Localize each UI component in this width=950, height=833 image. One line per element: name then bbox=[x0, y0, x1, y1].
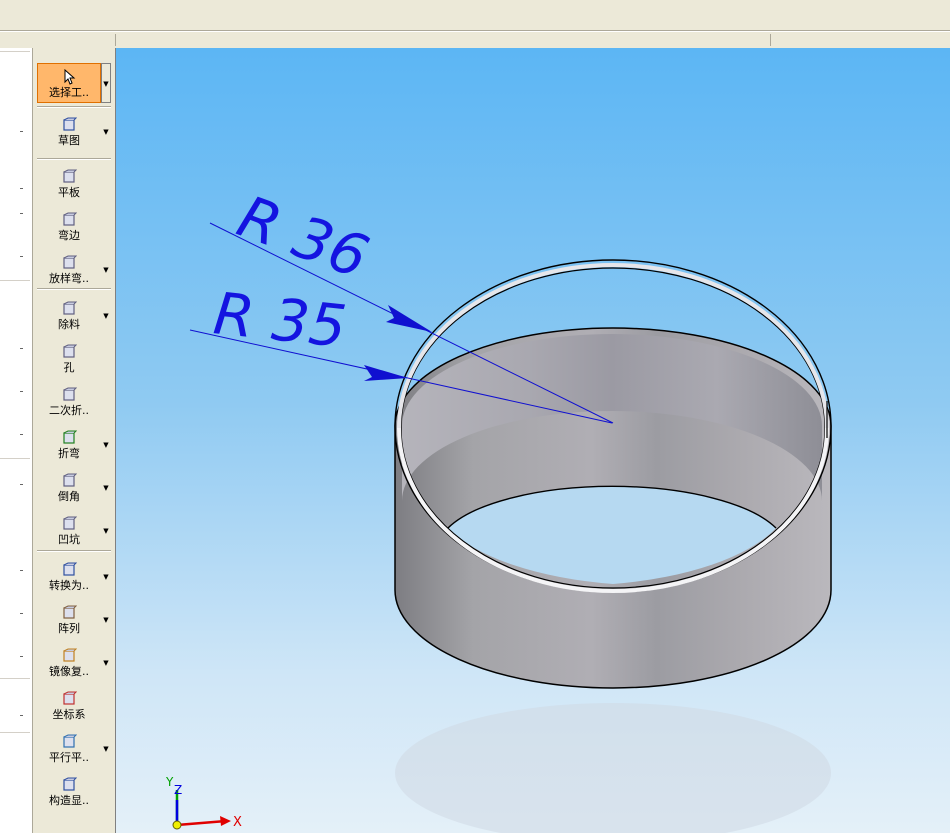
tool-button-pattern[interactable]: 阵列 bbox=[37, 600, 101, 640]
cut-icon bbox=[63, 301, 77, 315]
status-strip bbox=[0, 31, 950, 49]
z-axis-label: Z bbox=[174, 783, 182, 797]
tool-button-sketch[interactable]: 草图 bbox=[37, 112, 101, 152]
tool-button-label: 二次折.. bbox=[49, 404, 89, 417]
hole-icon bbox=[63, 344, 77, 358]
tool-button-bend[interactable]: 折弯 bbox=[37, 425, 101, 465]
tool-button-cut[interactable]: 除料 bbox=[37, 296, 101, 336]
jog-icon bbox=[63, 387, 77, 401]
coordinate-triad: Y Z X bbox=[165, 775, 242, 830]
tool-dropdown-arrow-icon[interactable]: ▼ bbox=[101, 600, 111, 640]
tool-button-label: 凹坑 bbox=[58, 533, 80, 546]
graphics-viewport[interactable]: R 36 R 35 Y Z X bbox=[116, 48, 950, 833]
tool-button-label: 倒角 bbox=[58, 490, 80, 503]
construction-display-icon bbox=[63, 777, 77, 791]
title-bar bbox=[0, 0, 950, 31]
tool-button-coordinate-system[interactable]: 坐标系 bbox=[37, 686, 101, 726]
tool-button-label: 折弯 bbox=[58, 447, 80, 460]
convert-icon bbox=[63, 562, 77, 576]
dimension-r35-label[interactable]: R 35 bbox=[211, 279, 350, 360]
tool-dropdown-arrow-icon[interactable]: ▼ bbox=[101, 250, 111, 290]
tool-dropdown-arrow-icon[interactable]: ▼ bbox=[101, 112, 111, 152]
tool-button-select-arrow[interactable]: 选择工.. bbox=[37, 63, 101, 103]
sheet-metal-toolbar: 选择工.. ▼ 草图 ▼ 平板弯边放样弯.. ▼ 除料 ▼ 孔二次折.. 折弯 ▼ 倒角 ▼ 凹坑 ▼ 转换为… bbox=[33, 48, 116, 833]
tool-button-label: 弯边 bbox=[58, 229, 80, 242]
x-axis-line bbox=[176, 819, 227, 827]
tool-dropdown-arrow-icon[interactable]: ▼ bbox=[101, 63, 111, 103]
mirror-icon bbox=[63, 648, 77, 662]
tool-button-label: 草图 bbox=[58, 134, 80, 147]
tool-dropdown-arrow-icon[interactable]: ▼ bbox=[101, 729, 111, 769]
tool-dropdown-arrow-icon[interactable]: ▼ bbox=[101, 557, 111, 597]
parallel-plane-icon bbox=[63, 734, 77, 748]
tool-dropdown-arrow-icon[interactable]: ▼ bbox=[101, 425, 111, 465]
x-axis-arrow bbox=[220, 816, 231, 826]
tool-button-construction-display[interactable]: 构造显.. bbox=[37, 772, 101, 812]
select-arrow-icon bbox=[64, 69, 76, 85]
tool-button-label: 除料 bbox=[58, 318, 80, 331]
tool-dropdown-arrow-icon[interactable]: ▼ bbox=[101, 468, 111, 508]
sketch-icon bbox=[63, 117, 77, 131]
floor-shadow bbox=[395, 703, 831, 833]
tool-dropdown-arrow-icon[interactable]: ▼ bbox=[101, 296, 111, 336]
tool-button-label: 阵列 bbox=[58, 622, 80, 635]
tool-button-label: 平板 bbox=[58, 186, 80, 199]
dimension-r35-arrow bbox=[364, 365, 408, 381]
tool-dropdown-arrow-icon[interactable]: ▼ bbox=[101, 643, 111, 683]
tool-button-label: 转换为.. bbox=[49, 579, 89, 592]
tool-button-hole[interactable]: 孔 bbox=[37, 339, 101, 379]
y-axis-label: Y bbox=[165, 775, 174, 789]
tool-button-label: 放样弯.. bbox=[49, 272, 89, 285]
tool-button-mirror[interactable]: 镜像复.. bbox=[37, 643, 101, 683]
tool-button-parallel-plane[interactable]: 平行平.. bbox=[37, 729, 101, 769]
flat-plate-icon bbox=[63, 169, 77, 183]
chamfer-icon bbox=[63, 473, 77, 487]
tool-button-label: 孔 bbox=[63, 361, 75, 374]
tool-button-chamfer[interactable]: 倒角 bbox=[37, 468, 101, 508]
tool-button-label: 构造显.. bbox=[49, 794, 89, 807]
bend-icon bbox=[63, 430, 77, 444]
toolbar-separator bbox=[37, 158, 111, 160]
tool-button-label: 坐标系 bbox=[52, 708, 86, 721]
model-scene[interactable]: R 36 R 35 Y Z X bbox=[116, 48, 950, 833]
tool-button-flange[interactable]: 弯边 bbox=[37, 207, 101, 247]
x-axis-label: X bbox=[233, 815, 242, 830]
tool-button-label: 镜像复.. bbox=[49, 665, 89, 678]
tool-button-convert[interactable]: 转换为.. bbox=[37, 557, 101, 597]
feature-pathfinder-pane[interactable] bbox=[0, 48, 33, 833]
toolbar-separator bbox=[37, 106, 111, 108]
tool-button-dimple[interactable]: 凹坑 bbox=[37, 511, 101, 551]
tool-button-lofted-bend[interactable]: 放样弯.. bbox=[37, 250, 101, 290]
lofted-bend-icon bbox=[63, 255, 77, 269]
triad-origin bbox=[172, 820, 182, 830]
dimple-icon bbox=[63, 516, 77, 530]
dimension-r36-arrow bbox=[386, 305, 432, 332]
tool-button-label: 平行平.. bbox=[49, 751, 89, 764]
pattern-icon bbox=[63, 605, 77, 619]
tool-button-jog[interactable]: 二次折.. bbox=[37, 382, 101, 422]
dimension-r36-label[interactable]: R 36 bbox=[229, 182, 377, 291]
tool-button-flat-plate[interactable]: 平板 bbox=[37, 164, 101, 204]
tool-dropdown-arrow-icon[interactable]: ▼ bbox=[101, 511, 111, 551]
tool-button-label: 选择工.. bbox=[49, 86, 89, 99]
coordinate-system-icon bbox=[63, 691, 77, 705]
flange-icon bbox=[63, 212, 77, 226]
